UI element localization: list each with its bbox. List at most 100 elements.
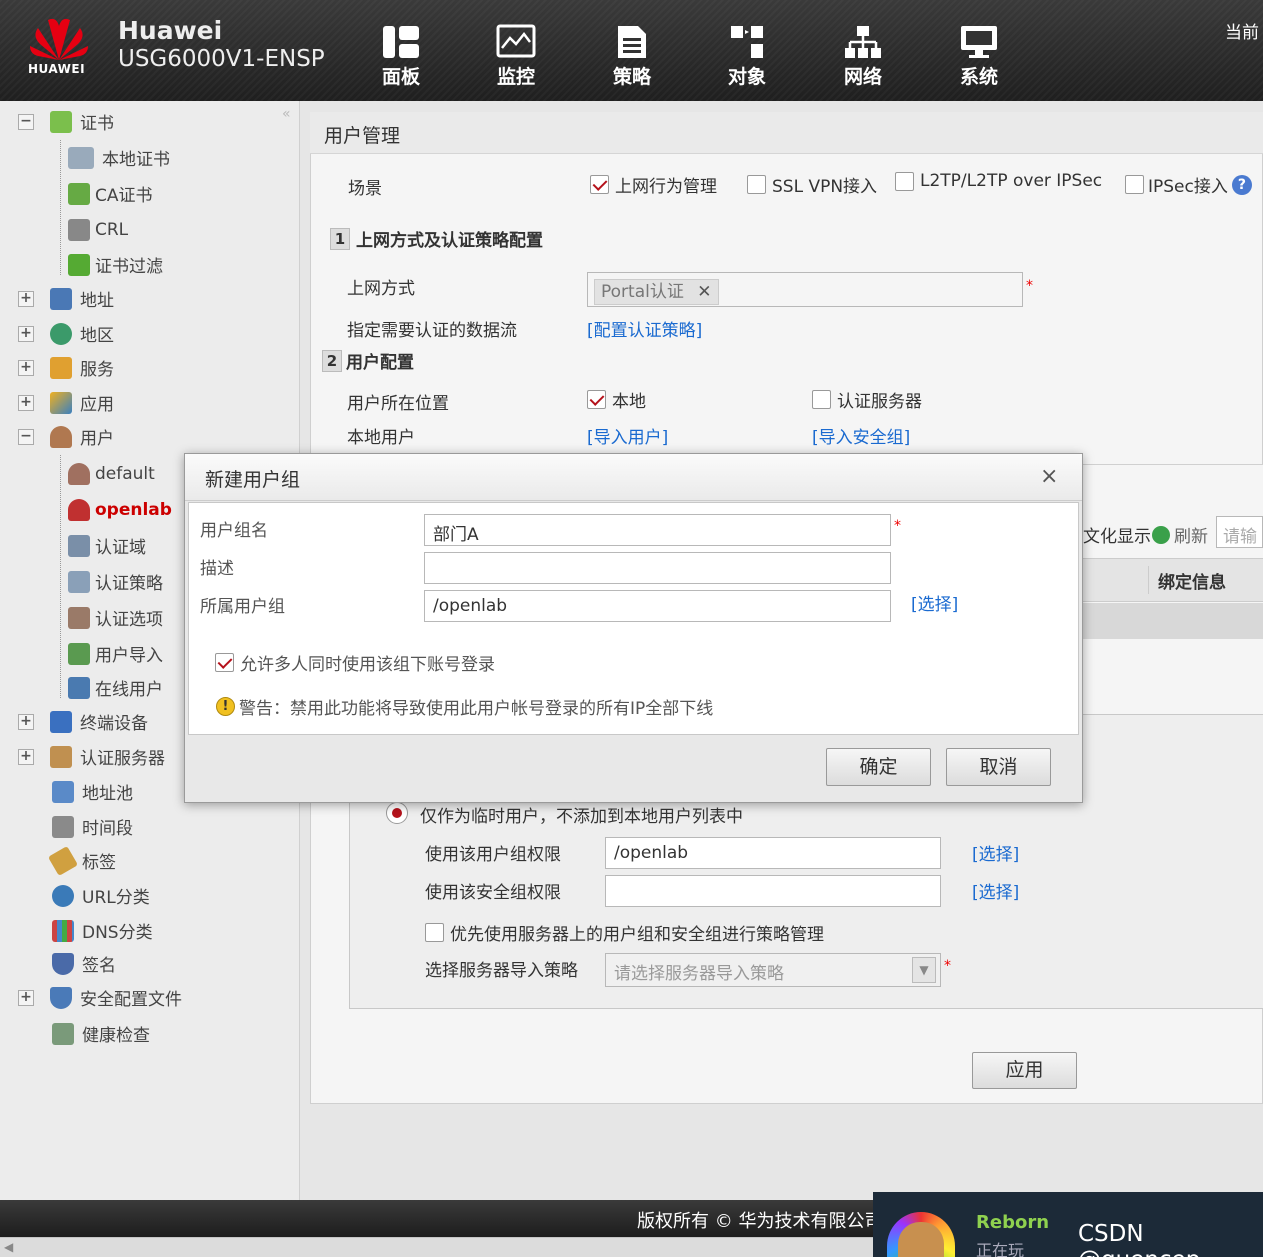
checkbox[interactable] bbox=[425, 923, 444, 942]
parent-group-input[interactable]: /openlab bbox=[424, 590, 891, 622]
help-icon[interactable]: ? bbox=[1231, 174, 1252, 195]
local-user-label: 本地用户 bbox=[347, 428, 415, 448]
checkbox[interactable] bbox=[215, 653, 234, 672]
sidebar-item-signature[interactable]: 签名 bbox=[52, 946, 116, 981]
close-icon[interactable]: × bbox=[1040, 464, 1058, 489]
collapse-toggle[interactable]: − bbox=[18, 428, 34, 445]
tag-remove-icon[interactable]: ✕ bbox=[697, 282, 711, 302]
select-security-group-link[interactable]: [选择] bbox=[972, 878, 1019, 903]
sidebar-item-dns-category[interactable]: DNS分类 bbox=[52, 913, 153, 948]
sidebar-item-default[interactable]: default bbox=[68, 456, 155, 491]
sidebar-item-service[interactable]: + 服务 bbox=[18, 350, 114, 385]
select-parent-group-link[interactable]: [选择] bbox=[911, 590, 958, 615]
location-local-option[interactable]: 本地 bbox=[587, 387, 646, 412]
config-auth-policy-link[interactable]: [配置认证策略] bbox=[587, 316, 702, 341]
select-group-link[interactable]: [选择] bbox=[972, 840, 1019, 865]
nav-monitor[interactable]: 监控 bbox=[476, 24, 556, 96]
sidebar-item-label: 用户导入 bbox=[95, 646, 163, 666]
scenario-web-behavior[interactable]: 上网行为管理 bbox=[590, 172, 717, 197]
sidebar-item-auth-policy[interactable]: 认证策略 bbox=[68, 564, 163, 599]
expand-toggle[interactable]: + bbox=[18, 989, 34, 1006]
import-security-group-link[interactable]: [导入安全组] bbox=[812, 423, 910, 448]
group-name-input[interactable]: 部门A bbox=[424, 514, 891, 546]
url-category-icon bbox=[52, 884, 74, 907]
sidebar-item-terminal-device[interactable]: + 终端设备 bbox=[18, 704, 148, 739]
search-input[interactable]: 请输 bbox=[1216, 516, 1263, 548]
sidebar-item-ca-certificate[interactable]: CA证书 bbox=[68, 176, 153, 211]
checkbox[interactable] bbox=[812, 390, 831, 409]
expand-toggle[interactable]: + bbox=[18, 325, 34, 342]
temp-user-radio[interactable] bbox=[386, 802, 408, 824]
prefer-server-option[interactable]: 优先使用服务器上的用户组和安全组进行策略管理 bbox=[425, 920, 824, 945]
checkbox[interactable] bbox=[895, 171, 914, 191]
sidebar-item-address[interactable]: + 地址 bbox=[18, 281, 114, 316]
nav-system[interactable]: 系统 bbox=[939, 24, 1019, 96]
sidebar-item-label: default bbox=[95, 463, 155, 484]
sidebar-item-crl[interactable]: CRL bbox=[68, 212, 128, 247]
sidebar-item-health-check[interactable]: 健康检查 bbox=[52, 1016, 150, 1051]
sidebar-item-region[interactable]: + 地区 bbox=[18, 316, 114, 351]
sidebar-item-tag[interactable]: 标签 bbox=[47, 843, 116, 878]
use-security-perm-input[interactable] bbox=[605, 875, 941, 907]
expand-toggle[interactable]: + bbox=[18, 290, 34, 307]
sidebar-item-certificate[interactable]: − 证书 bbox=[18, 104, 114, 139]
scroll-left-icon[interactable]: ◀ bbox=[4, 1240, 13, 1254]
sidebar-item-local-certificate[interactable]: 本地证书 bbox=[68, 140, 170, 175]
scenario-ssl-vpn[interactable]: SSL VPN接入 bbox=[747, 172, 877, 197]
sidebar-item-certificate-filter[interactable]: 证书过滤 bbox=[68, 247, 163, 282]
sidebar-item-address-pool[interactable]: 地址池 bbox=[52, 774, 133, 809]
sidebar-item-user-import[interactable]: 用户导入 bbox=[68, 636, 163, 671]
toolbar-display-option[interactable]: 文化显示 bbox=[1083, 522, 1151, 547]
table-row[interactable] bbox=[1083, 603, 1263, 639]
nav-dashboard[interactable]: 面板 bbox=[361, 24, 441, 96]
expand-toggle[interactable]: + bbox=[18, 748, 34, 765]
expand-toggle[interactable]: + bbox=[18, 394, 34, 411]
dns-category-icon bbox=[52, 919, 74, 942]
ok-button[interactable]: 确定 bbox=[826, 748, 931, 786]
access-mode-field[interactable]: Portal认证 ✕ bbox=[587, 272, 1023, 307]
location-server-option[interactable]: 认证服务器 bbox=[812, 387, 922, 412]
nav-object[interactable]: 对象 bbox=[707, 24, 787, 96]
expand-toggle[interactable]: + bbox=[18, 713, 34, 730]
nav-policy[interactable]: 策略 bbox=[592, 24, 672, 96]
sidebar-item-user[interactable]: − 用户 bbox=[18, 419, 114, 454]
collapse-toggle[interactable]: − bbox=[18, 113, 34, 130]
cancel-button[interactable]: 取消 bbox=[946, 748, 1051, 786]
import-user-link[interactable]: [导入用户] bbox=[587, 423, 668, 448]
panel-title: 用户管理 bbox=[310, 112, 1263, 154]
checkbox[interactable] bbox=[747, 175, 766, 194]
sidebar-item-auth-server[interactable]: + 认证服务器 bbox=[18, 739, 165, 774]
apply-button[interactable]: 应用 bbox=[972, 1052, 1077, 1089]
sidebar-item-auth-option[interactable]: 认证选项 bbox=[68, 600, 163, 635]
sidebar-item-time-range[interactable]: 时间段 bbox=[52, 809, 133, 844]
sidebar-item-application[interactable]: + 应用 bbox=[18, 385, 114, 420]
sidebar-item-openlab[interactable]: openlab bbox=[68, 492, 172, 527]
use-group-perm-input[interactable]: /openlab bbox=[605, 837, 941, 869]
nav-network[interactable]: 网络 bbox=[823, 24, 903, 96]
playing-status: 正在玩 bbox=[976, 1241, 1025, 1257]
use-security-perm-label: 使用该安全组权限 bbox=[425, 883, 561, 903]
access-mode-tag: Portal认证 ✕ bbox=[594, 279, 719, 305]
checkbox[interactable] bbox=[590, 175, 609, 194]
sidebar-item-label: 用户 bbox=[80, 429, 114, 449]
select-placeholder: 请选择服务器导入策略 bbox=[614, 964, 784, 984]
allow-multi-login-option[interactable]: 允许多人同时使用该组下账号登录 bbox=[215, 650, 495, 675]
checkbox[interactable] bbox=[1125, 175, 1144, 194]
expand-toggle[interactable]: + bbox=[18, 359, 34, 376]
scenario-ipsec[interactable]: IPSec接入? bbox=[1125, 172, 1252, 197]
sidebar-item-auth-domain[interactable]: 认证域 bbox=[68, 528, 146, 563]
import-policy-select[interactable]: 请选择服务器导入策略 ▼ bbox=[605, 953, 941, 987]
sidebar-item-security-profile[interactable]: + 安全配置文件 bbox=[18, 980, 182, 1015]
scenario-l2tp[interactable]: L2TP/L2TP over IPSec bbox=[895, 171, 1102, 191]
group-name-label: 用户组名 bbox=[200, 521, 268, 541]
checkbox[interactable] bbox=[587, 390, 606, 409]
sidebar-item-label: openlab bbox=[95, 499, 172, 520]
sidebar-item-label: 认证选项 bbox=[95, 610, 163, 630]
description-input[interactable] bbox=[424, 552, 891, 584]
required-mark: * bbox=[894, 518, 901, 534]
refresh-button[interactable]: 刷新 bbox=[1152, 522, 1208, 547]
sidebar-collapse-button[interactable]: « bbox=[282, 106, 291, 122]
chevron-down-icon[interactable]: ▼ bbox=[912, 957, 936, 983]
sidebar-item-url-category[interactable]: URL分类 bbox=[52, 878, 150, 913]
sidebar-item-online-user[interactable]: 在线用户 bbox=[68, 670, 163, 705]
